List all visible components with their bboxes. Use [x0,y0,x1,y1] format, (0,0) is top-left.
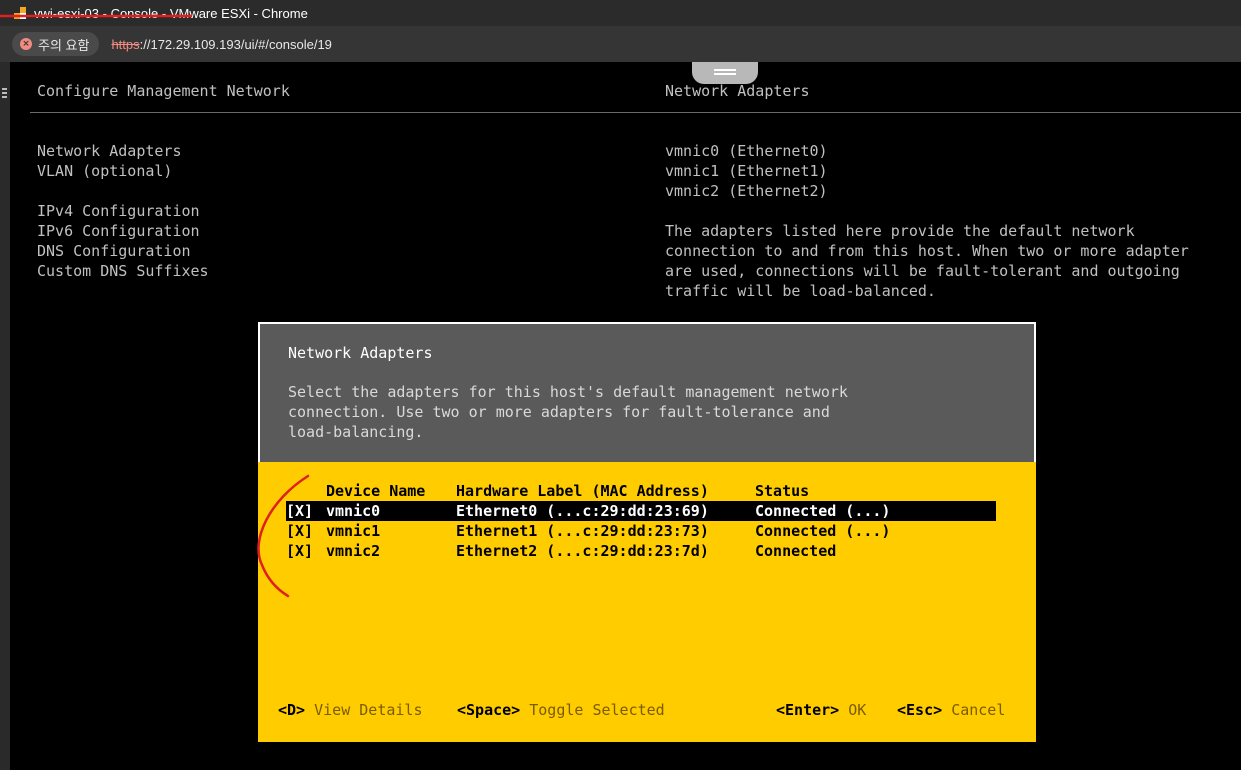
key-label: <Enter> [776,701,840,719]
help-text: The adapters listed here provide the def… [665,222,1135,240]
adapter-status: Connected [755,542,837,560]
adapter-summary: vmnic2 (Ethernet2) [665,182,828,200]
column-device-name: Device Name [326,482,426,500]
console-title: Configure Management Network [37,82,290,100]
address-bar[interactable]: × 주의 요함 https://172.29.109.193/ui/#/cons… [0,26,1241,62]
description-line: Select the adapters for this host's defa… [288,383,848,401]
adapter-status: Connected (...) [755,502,891,520]
adapter-summary: vmnic0 (Ethernet0) [665,142,828,160]
url-path: ://172.29.109.193/ui/#/console/19 [139,36,332,52]
column-status: Status [755,482,810,500]
adapter-device: vmnic0 [326,502,381,520]
adapter-hardware: Ethernet2 (...c:29:dd:23:7d) [456,542,709,560]
url-scheme: https [111,36,140,52]
key-action: Cancel [951,701,1006,719]
network-adapters-dialog: Network Adapters Select the adapters for… [258,322,1036,742]
adapter-status: Connected (...) [755,522,891,540]
column-hardware-label: Hardware Label (MAC Address) [456,482,709,500]
dialog-title: Network Adapters [288,344,433,362]
description-line: load-balancing. [288,423,424,441]
adapter-checkbox[interactable]: [X] [286,541,313,561]
menu-item-ipv4[interactable]: IPv4 Configuration [37,201,200,221]
window-titlebar: vwi-esxi-03 - Console - VMware ESXi - Ch… [0,0,1241,26]
key-cancel[interactable]: <Esc> Cancel [897,700,1005,720]
title-divider [30,112,1241,113]
key-view-details[interactable]: <D> View Details [278,700,423,720]
adapter-hardware: Ethernet1 (...c:29:dd:23:73) [456,522,709,540]
menu-item-vlan[interactable]: VLAN (optional) [37,161,172,181]
dialog-description: Select the adapters for this host's defa… [288,382,848,442]
key-label: <D> [278,701,306,719]
left-page-edge [0,62,10,770]
key-toggle-selected[interactable]: <Space> Toggle Selected [457,700,665,720]
adapter-summary: vmnic1 (Ethernet1) [665,162,828,180]
key-ok[interactable]: <Enter> OK [776,700,866,720]
key-action: View Details [314,701,423,719]
adapter-table-header: Device Name Hardware Label (MAC Address)… [286,481,996,501]
adapter-hardware: Ethernet0 (...c:29:dd:23:69) [456,502,709,520]
dialog-header: Network Adapters Select the adapters for… [258,322,1036,462]
window-title: vwi-esxi-03 - Console - VMware ESXi - Ch… [34,5,308,21]
key-label: <Esc> [897,701,943,719]
url-text[interactable]: https://172.29.109.193/ui/#/console/19 [111,37,331,52]
description-line: connection. Use two or more adapters for… [288,403,830,421]
help-text: connection to and from this host. When t… [665,242,1189,260]
key-action: OK [848,701,867,719]
adapter-row-vmnic2[interactable]: [X] vmnic2 Ethernet2 (...c:29:dd:23:7d) … [286,541,996,561]
security-warning-chip[interactable]: × 주의 요함 [12,32,100,56]
key-label: <Space> [457,701,521,719]
adapter-checkbox[interactable]: [X] [286,501,313,521]
adapter-row-vmnic1[interactable]: [X] vmnic1 Ethernet1 (...c:29:dd:23:73) … [286,521,996,541]
adapter-device: vmnic2 [326,542,381,560]
help-text: are used, connections will be fault-tole… [665,262,1180,280]
security-chip-label: 주의 요함 [38,37,90,53]
menu-item-ipv6[interactable]: IPv6 Configuration [37,221,200,241]
menu-item-dns-suffixes[interactable]: Custom DNS Suffixes [37,261,209,281]
panel-title: Network Adapters [665,82,810,100]
adapter-device: vmnic1 [326,522,381,540]
key-action: Toggle Selected [529,701,665,719]
menu-item-network-adapters[interactable]: Network Adapters [37,141,182,161]
warning-icon: × [20,38,32,50]
adapter-row-vmnic0[interactable]: [X] vmnic0 Ethernet0 (...c:29:dd:23:69) … [286,501,996,521]
vmware-favicon-icon [14,7,28,19]
help-text: traffic will be load-balanced. [665,282,936,300]
menu-item-dns[interactable]: DNS Configuration [37,241,191,261]
adapter-checkbox[interactable]: [X] [286,521,313,541]
dialog-body: Device Name Hardware Label (MAC Address)… [258,462,1036,742]
